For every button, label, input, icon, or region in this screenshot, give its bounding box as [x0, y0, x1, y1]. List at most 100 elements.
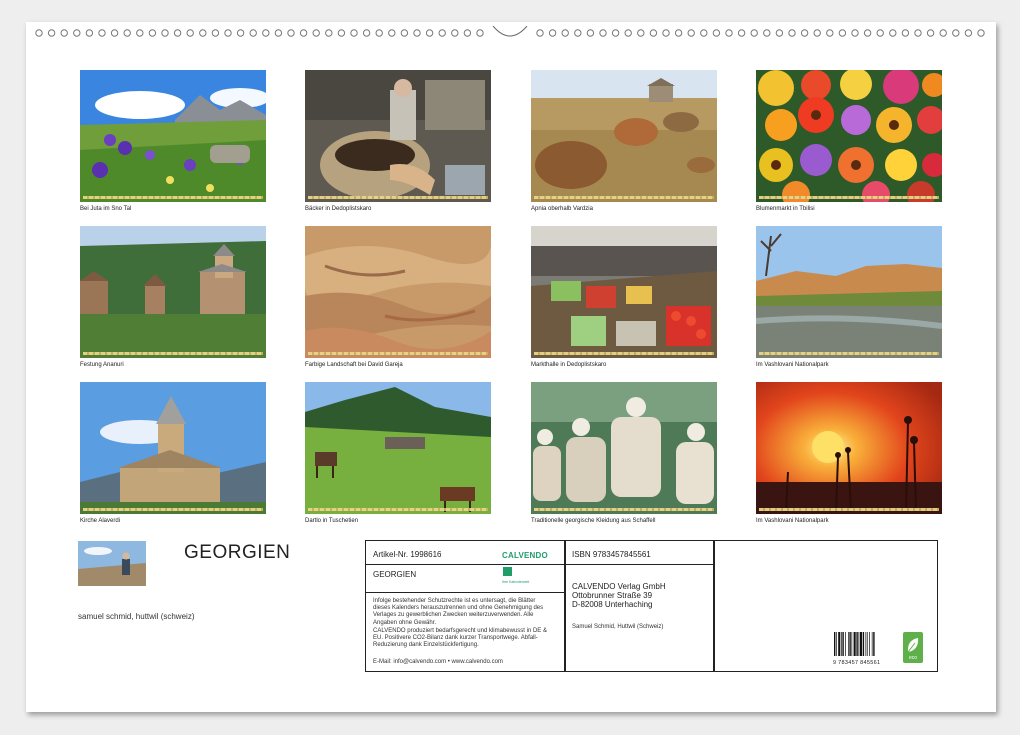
hanger-notch: [493, 26, 527, 36]
binding-hole: [612, 30, 618, 36]
binding-hole: [86, 30, 92, 36]
barcode-bar: [834, 632, 835, 656]
photo-card-9: Kirche Alaverdi: [80, 382, 266, 525]
binding-hole: [839, 30, 845, 36]
barcode-bar: [836, 632, 837, 656]
photo-caption: Blumenmarkt in Tbilisi: [756, 205, 942, 213]
photo-ananuri: [80, 226, 266, 358]
photo-caption: Apnia oberhalb Vardzia: [531, 205, 717, 213]
binding-hole: [638, 30, 644, 36]
author-name: samuel schmid, huttwil (schweiz): [78, 612, 194, 621]
photo-vashlovani-sunset: [756, 382, 942, 514]
publisher-street: Ottobrunner Straße 39: [572, 591, 666, 600]
eco-notice: CALVENDO produziert bedarfsgerecht und k…: [373, 628, 555, 650]
binding-hole: [675, 30, 681, 36]
photo-card-3: Apnia oberhalb Vardzia: [531, 70, 717, 213]
author-credit: Samuel Schmid, Huttwil (Schweiz): [572, 624, 663, 631]
divider: [366, 592, 564, 593]
date-strip: [759, 196, 939, 199]
binding-hole: [600, 30, 606, 36]
binding-hole: [99, 30, 105, 36]
binding-hole: [587, 30, 593, 36]
binding-hole: [300, 30, 306, 36]
photo-flower-market: [756, 70, 942, 202]
photo-caption: Kirche Alaverdi: [80, 517, 266, 525]
photo-juta-valley: [80, 70, 266, 202]
binding-hole: [288, 30, 294, 36]
binding-hole: [326, 30, 332, 36]
binding-hole: [477, 30, 483, 36]
binding-hole: [940, 30, 946, 36]
binding-hole: [376, 30, 382, 36]
binding-hole: [738, 30, 744, 36]
binding-hole: [363, 30, 369, 36]
barcode-bar: [873, 632, 874, 656]
photo-sheepskin-clothing: [531, 382, 717, 514]
barcode-bar: [852, 632, 853, 656]
binding-hole: [650, 30, 656, 36]
binding-hole: [275, 30, 281, 36]
binding-hole: [575, 30, 581, 36]
photo-david-gareja: [305, 226, 491, 358]
photo-card-8: Im Vashlovani Nationalpark: [756, 226, 942, 369]
photo-card-7: Markthalle in Dedoplistskaro: [531, 226, 717, 369]
barcode: 9 783457 845561: [833, 632, 888, 662]
photo-card-4: Blumenmarkt in Tbilisi: [756, 70, 942, 213]
date-strip: [308, 196, 488, 199]
date-strip: [308, 508, 488, 511]
barcode-bar: [841, 632, 842, 656]
photo-alaverdi: [80, 382, 266, 514]
barcode-bar: [866, 632, 867, 656]
publisher-city: D-82008 Unterhaching: [572, 600, 666, 609]
calvendo-logo-text: CALVENDO: [502, 551, 548, 560]
binding-hole: [36, 30, 42, 36]
binding-hole: [890, 30, 896, 36]
binding-hole: [200, 30, 206, 36]
photo-card-12: Im Vashlovani Nationalpark: [756, 382, 942, 525]
divider: [564, 564, 713, 565]
barcode-bar: [854, 632, 856, 656]
photo-card-10: Dartlo in Tuschetien: [305, 382, 491, 525]
binding-hole: [464, 30, 470, 36]
binding-hole: [212, 30, 218, 36]
photo-baker: [305, 70, 491, 202]
photo-caption: Im Vashlovani Nationalpark: [756, 361, 942, 369]
binding-hole: [751, 30, 757, 36]
photo-caption: Im Vashlovani Nationalpark: [756, 517, 942, 525]
eco-label: eco: [903, 655, 923, 661]
binding-hole: [953, 30, 959, 36]
binding-hole: [124, 30, 130, 36]
binding-hole: [174, 30, 180, 36]
calendar-back-sheet: Bei Juta im Sno Tal Bäcker in Dedoplists…: [26, 22, 996, 712]
barcode-bar: [849, 632, 850, 656]
product-title: GEORGIEN: [373, 570, 416, 579]
photo-vashlovani-1: [756, 226, 942, 358]
publisher-name: CALVENDO Verlag GmbH: [572, 582, 666, 591]
binding-hole: [389, 30, 395, 36]
barcode-bar: [860, 632, 862, 656]
article-number: Artikel-Nr. 1998616: [373, 550, 441, 559]
info-column-left: Artikel-Nr. 1998616 CALVENDO Ihre Kalend…: [366, 541, 564, 671]
binding-hole: [877, 30, 883, 36]
binding-hole: [313, 30, 319, 36]
barcode-bar: [869, 632, 870, 656]
binding-hole: [852, 30, 858, 36]
publisher-address: CALVENDO Verlag GmbH Ottobrunner Straße …: [572, 582, 666, 609]
binding-hole: [162, 30, 168, 36]
date-strip: [759, 508, 939, 511]
binding-hole: [814, 30, 820, 36]
binding-hole: [74, 30, 80, 36]
date-strip: [308, 352, 488, 355]
legal-notice: Infolge bestehender Schutzrechte ist es …: [373, 598, 548, 627]
binding-hole: [401, 30, 407, 36]
divider: [366, 564, 564, 565]
date-strip: [83, 352, 263, 355]
binding-hole: [965, 30, 971, 36]
binding-hole: [625, 30, 631, 36]
binding-hole: [789, 30, 795, 36]
photo-card-11: Traditionelle georgische Kleidung aus Sc…: [531, 382, 717, 525]
barcode-bar: [848, 632, 849, 656]
binding-hole: [187, 30, 193, 36]
photo-caption: Bei Juta im Sno Tal: [80, 205, 266, 213]
binding-hole: [61, 30, 67, 36]
